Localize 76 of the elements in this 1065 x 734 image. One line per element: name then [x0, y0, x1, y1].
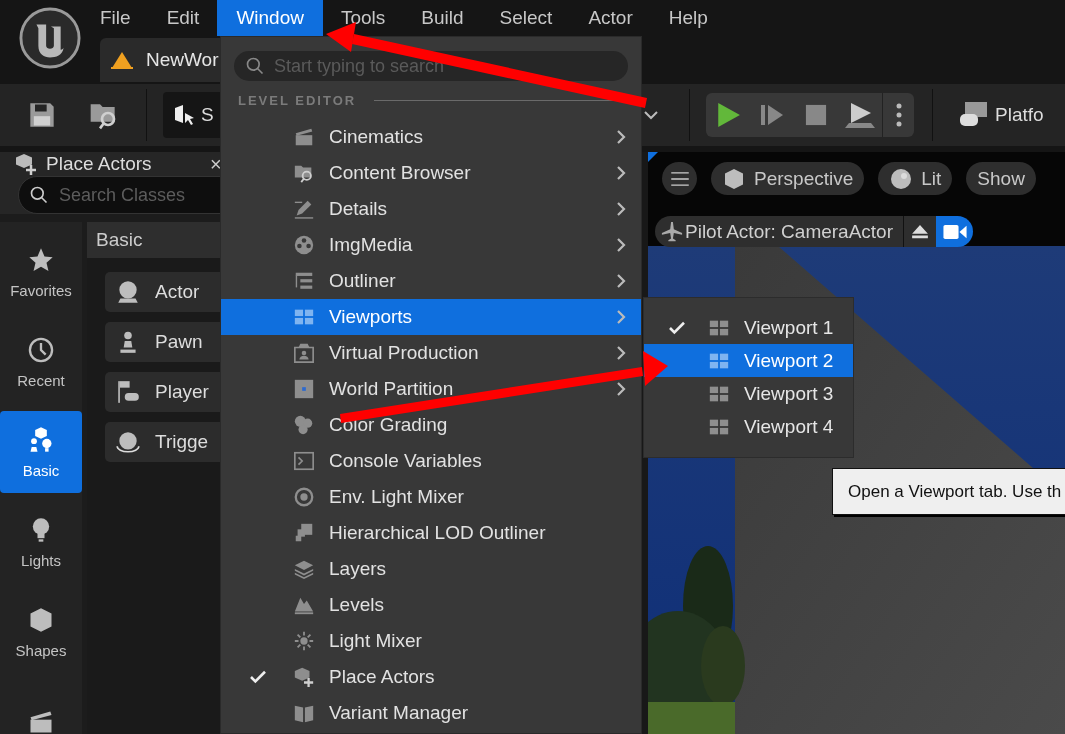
list-icon: [293, 270, 315, 292]
layers-icon: [293, 558, 315, 580]
step-forward-icon: [760, 103, 784, 127]
menu-icon: [670, 171, 689, 186]
category-tab[interactable]: Favorites: [0, 231, 82, 313]
ring-icon: [293, 486, 315, 508]
menu-item[interactable]: Variant Manager: [221, 695, 641, 731]
viewport-menu-button[interactable]: [662, 162, 697, 195]
eject-icon: [845, 102, 875, 128]
level-icon: [110, 50, 134, 70]
clock-icon: [27, 335, 55, 364]
menu-item[interactable]: Viewport 3: [644, 377, 853, 410]
platforms-button[interactable]: Platfo: [959, 101, 1044, 129]
menu-item[interactable]: Select: [481, 0, 571, 36]
search-icon: [29, 185, 49, 205]
menu-item[interactable]: Hierarchical LOD Outliner: [221, 515, 641, 551]
menu-item[interactable]: Edit: [148, 0, 218, 36]
category-tab[interactable]: Basic: [0, 411, 82, 493]
cube-icon: [722, 166, 746, 191]
airplane-icon: [661, 220, 683, 243]
view-mode-button[interactable]: Perspective: [711, 162, 865, 195]
close-button[interactable]: ×: [210, 152, 222, 176]
monitor-gamepad-icon: [959, 101, 989, 129]
menu-item[interactable]: Place Actors: [221, 659, 641, 695]
menu-item[interactable]: Levels: [221, 587, 641, 623]
menu-item[interactable]: Actor: [570, 0, 651, 36]
play-icon: [715, 102, 741, 128]
menu-item[interactable]: Viewport 1: [644, 311, 853, 344]
save-icon: [28, 101, 56, 129]
flag-gamepad-icon: [115, 379, 141, 405]
menu-item[interactable]: Viewport 4: [644, 410, 853, 443]
cube-plus-icon: [14, 152, 38, 176]
film-reel-icon: [293, 234, 315, 256]
logo-icon[interactable]: [19, 7, 81, 69]
menu-item[interactable]: Env. Light Mixer: [221, 479, 641, 515]
portrait-icon: [293, 342, 315, 364]
pilot-label: Pilot Actor: CameraActor: [655, 216, 905, 247]
menu-item[interactable]: Viewport 2: [644, 344, 853, 377]
clapperboard-icon: [293, 126, 315, 148]
menu-item[interactable]: File: [100, 0, 149, 36]
menu-item[interactable]: Help: [650, 0, 726, 36]
menu-item[interactable]: Viewports: [221, 299, 641, 335]
menu-item[interactable]: Layers: [221, 551, 641, 587]
tab-label: NewWor: [146, 49, 219, 71]
video-camera-icon: [942, 223, 967, 240]
menu-item[interactable]: Light Mixer: [221, 623, 641, 659]
console-icon: [293, 450, 315, 472]
stacked-squares-icon: [293, 522, 315, 544]
cube-plus-icon: [293, 666, 315, 688]
more-icon: [895, 103, 902, 127]
menu-item[interactable]: Build: [403, 0, 482, 36]
stop-icon: [805, 104, 827, 126]
grid-icon: [293, 378, 315, 400]
view-mode-button[interactable]: Lit: [878, 162, 953, 195]
sphere-icon: [115, 429, 141, 455]
chevron-down-icon[interactable]: [643, 110, 659, 120]
eject-button[interactable]: [904, 216, 937, 247]
panel-title: Place Actors: [46, 153, 152, 175]
view-mode-button[interactable]: Show: [966, 162, 1036, 195]
category-tab[interactable]: Shapes: [0, 591, 82, 673]
sphere-icon: [889, 166, 914, 191]
menu-item[interactable]: Tools: [322, 0, 404, 36]
camera-button[interactable]: [936, 216, 974, 247]
corner-marker: [648, 152, 658, 162]
menu-item[interactable]: Window: [217, 0, 323, 36]
category-tab[interactable]: Recent: [0, 321, 82, 403]
sun-icon: [293, 630, 315, 652]
sphere-icon: [115, 279, 141, 305]
circles-icon: [293, 414, 315, 436]
section-heading: LEVEL EDITOR: [238, 92, 357, 108]
search-icon: [245, 56, 265, 76]
category-tab[interactable]: Lights: [0, 501, 82, 583]
eject-icon: [911, 224, 930, 239]
tooltip: Open a Viewport tab. Use th: [832, 468, 1065, 515]
pencil-icon: [293, 198, 315, 220]
menu-item[interactable]: Cinematics: [221, 119, 641, 155]
